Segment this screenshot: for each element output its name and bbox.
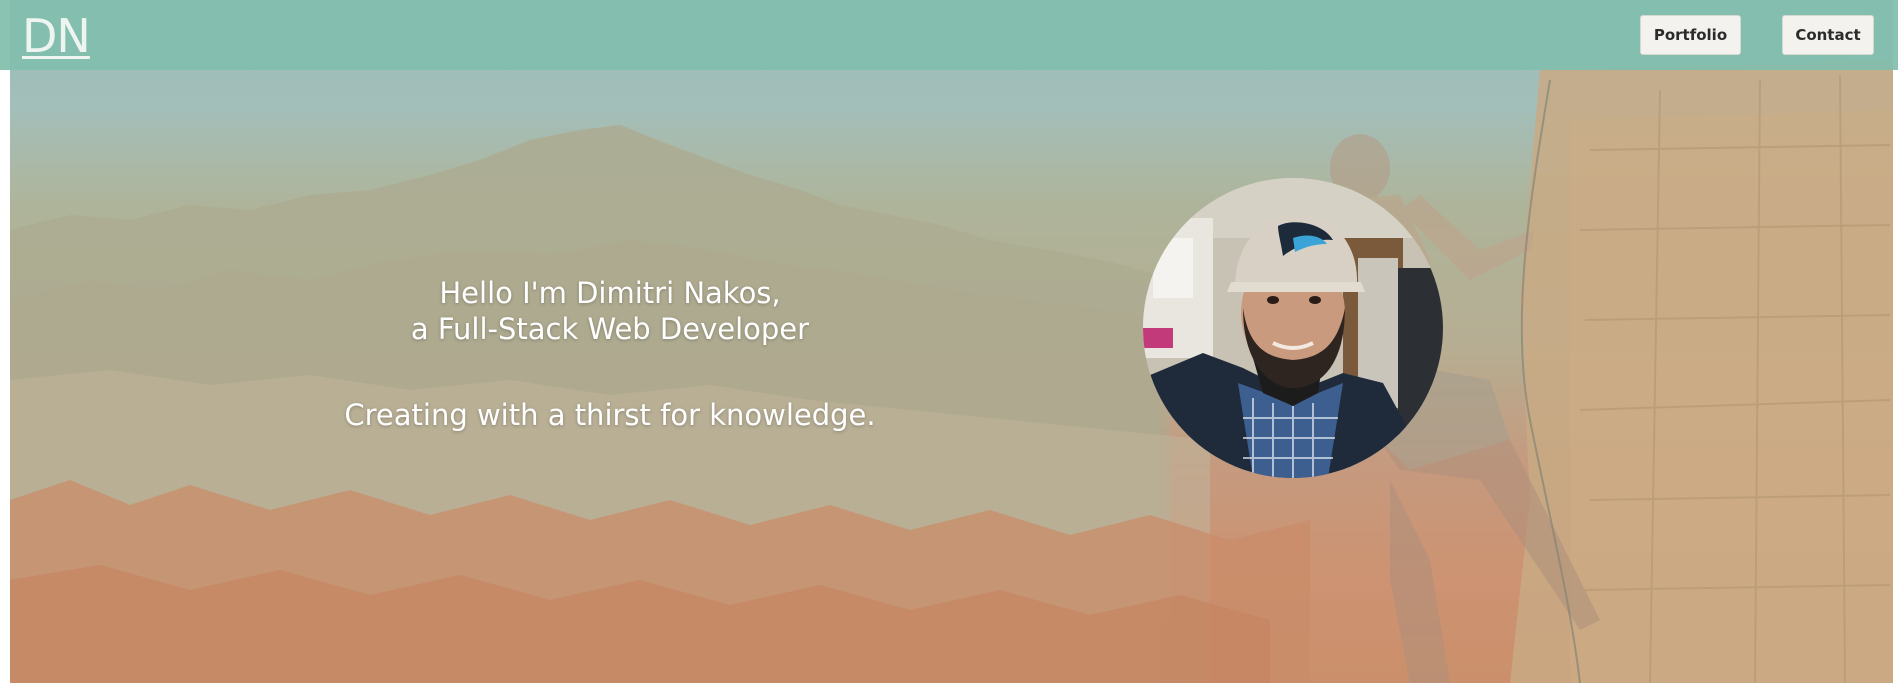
site-header: DN Portfolio Contact <box>0 0 1898 70</box>
portfolio-button[interactable]: Portfolio <box>1640 15 1741 55</box>
hero-greeting-line2: a Full-Stack Web Developer <box>410 312 810 346</box>
hero-overlay <box>10 0 1893 683</box>
contact-button[interactable]: Contact <box>1782 15 1874 55</box>
hero-greeting: Hello I'm Dimitri Nakos, a Full-Stack We… <box>310 275 910 347</box>
profile-photo <box>1143 178 1443 478</box>
hero-text-block: Hello I'm Dimitri Nakos, a Full-Stack We… <box>310 275 910 433</box>
profile-avatar <box>1143 178 1443 478</box>
logo-link[interactable]: DN <box>22 8 91 64</box>
hero-tagline: Creating with a thirst for knowledge. <box>344 398 876 432</box>
hero-greeting-line1: Hello I'm Dimitri Nakos, <box>439 276 781 310</box>
hero-background <box>10 0 1893 683</box>
page: DN Portfolio Contact Hello I'm Dimitri N… <box>0 0 1898 683</box>
